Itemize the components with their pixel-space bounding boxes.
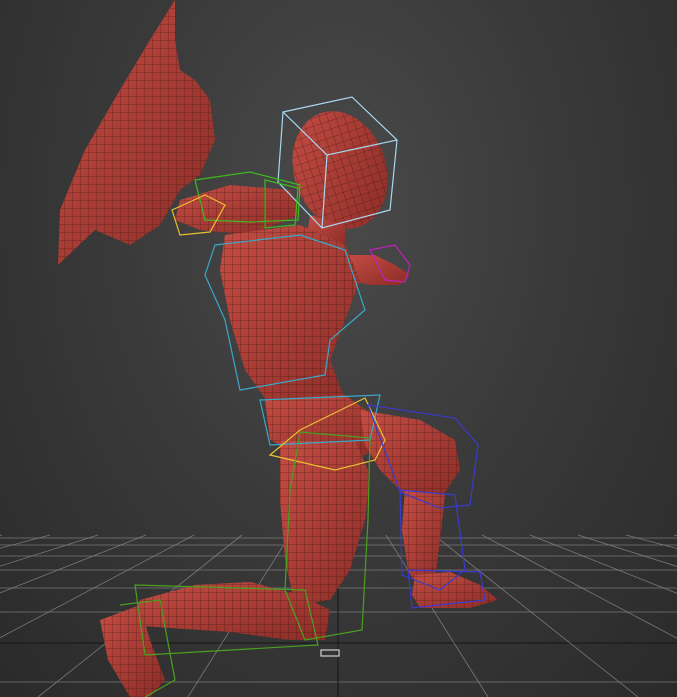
pivot-marker[interactable] (320, 649, 340, 657)
grid-line (0, 534, 3, 536)
grid-line (481, 534, 677, 639)
grid-line (0, 534, 51, 549)
character-mesh[interactable] (58, 0, 498, 697)
grid-line (0, 534, 99, 567)
grid-line (433, 534, 639, 697)
viewport-scene[interactable] (0, 0, 677, 697)
3d-viewport[interactable] (0, 0, 677, 697)
grid-line (625, 534, 677, 549)
grid-line (577, 534, 677, 567)
